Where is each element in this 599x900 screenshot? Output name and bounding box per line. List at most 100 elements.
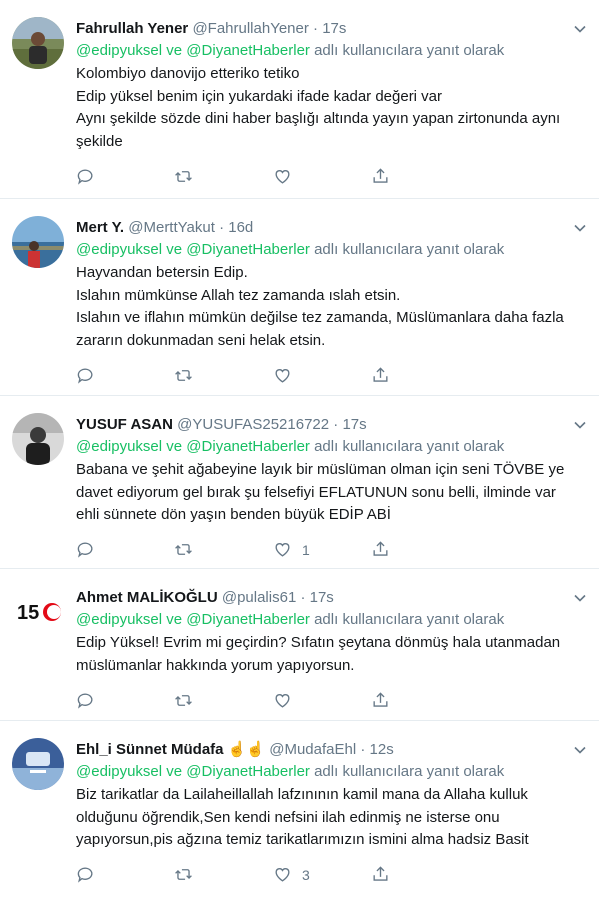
tweet-line: olduğunu öğrendik,Sen kendi nefsini ilah… bbox=[76, 808, 500, 826]
retweet-icon bbox=[175, 170, 192, 182]
tweet-line: davet ediyorum gel bırak şu felsefiyi EF… bbox=[76, 483, 556, 501]
mention-link[interactable]: @edipyuksel bbox=[76, 763, 162, 780]
timestamp[interactable]: 12s bbox=[370, 741, 394, 758]
user-handle[interactable]: @YUSUFAS25216722 bbox=[177, 416, 329, 433]
retweet-button[interactable] bbox=[174, 864, 193, 886]
mention-joiner: ve bbox=[166, 438, 183, 455]
reply-label: adlı kullanıcılara yanıt olarak bbox=[314, 763, 505, 780]
tweet-line: müslümanlar hakkında yorum yapıyorsun. bbox=[76, 656, 355, 674]
mention-link[interactable]: @DiyanetHaberler bbox=[186, 42, 310, 59]
retweet-button[interactable] bbox=[174, 539, 193, 561]
avatar[interactable] bbox=[12, 738, 64, 790]
separator-dot: · bbox=[300, 589, 306, 606]
tweet-actions bbox=[76, 153, 585, 201]
tweet-text: Edip Yüksel! Evrim mi geçirdin? Sıfatın … bbox=[76, 632, 585, 677]
reply-context: @edipyuksel ve @DiyanetHaberler adlı kul… bbox=[76, 436, 585, 458]
reply-icon bbox=[77, 693, 93, 709]
chevron-down-icon[interactable] bbox=[573, 743, 587, 757]
heart-icon bbox=[275, 543, 290, 557]
retweet-button[interactable] bbox=[174, 165, 193, 187]
reply-context: @edipyuksel ve @DiyanetHaberler adlı kul… bbox=[76, 609, 585, 631]
retweet-button[interactable] bbox=[174, 364, 193, 386]
mention-link[interactable]: @edipyuksel bbox=[76, 438, 162, 455]
retweet-button[interactable] bbox=[174, 689, 193, 711]
reply-button[interactable] bbox=[76, 364, 95, 386]
retweet-icon bbox=[175, 869, 192, 880]
retweet-icon bbox=[175, 544, 192, 555]
separator-dot: · bbox=[333, 416, 339, 433]
like-button[interactable] bbox=[273, 165, 302, 187]
avatar[interactable] bbox=[12, 216, 64, 268]
reply-icon bbox=[77, 542, 93, 558]
chevron-down-icon[interactable] bbox=[573, 22, 587, 36]
display-name[interactable]: Mert Y. bbox=[76, 219, 124, 236]
display-name[interactable]: Ahmet MALİKOĞLU bbox=[76, 589, 218, 606]
mention-link[interactable]: @DiyanetHaberler bbox=[186, 763, 310, 780]
retweet-icon bbox=[175, 369, 192, 381]
separator-dot: · bbox=[360, 741, 366, 758]
timestamp[interactable]: 17s bbox=[322, 20, 346, 37]
like-count: 3 bbox=[302, 866, 310, 883]
tweet-line: Kolombiyo danovijo etteriko tetiko bbox=[76, 65, 300, 82]
share-icon bbox=[373, 167, 388, 183]
reply-button[interactable] bbox=[76, 689, 95, 711]
mention-link[interactable]: @edipyuksel bbox=[76, 241, 162, 258]
tweet-text: Biz tarikatlar da Lailaheillallah lafzın… bbox=[76, 784, 585, 852]
mention-link[interactable]: @edipyuksel bbox=[76, 42, 162, 59]
tweet-line: Edip yüksel benim için yukardaki ifade k… bbox=[76, 87, 443, 105]
tweet[interactable]: Mert Y. @MerttYakut · 16d @edipyuksel ve… bbox=[0, 199, 599, 396]
display-name[interactable]: Fahrullah Yener bbox=[76, 20, 188, 37]
mention-link[interactable]: @edipyuksel bbox=[76, 611, 162, 628]
share-button[interactable] bbox=[371, 539, 390, 561]
separator-dot: · bbox=[313, 20, 319, 37]
display-name[interactable]: YUSUF ASAN bbox=[76, 416, 173, 433]
avatar[interactable]: 15 bbox=[12, 586, 64, 638]
share-icon bbox=[373, 366, 388, 382]
mention-link[interactable]: @DiyanetHaberler bbox=[186, 241, 310, 258]
user-handle[interactable]: @MudafaEhl bbox=[269, 741, 356, 758]
share-button[interactable] bbox=[371, 364, 390, 386]
avatar[interactable] bbox=[12, 413, 64, 465]
tweet-actions: 3 bbox=[76, 852, 585, 900]
reply-button[interactable] bbox=[76, 165, 95, 187]
share-icon bbox=[373, 541, 388, 556]
tweet[interactable]: 15 Ahmet MALİKOĞLU @pulalis61 · 17s @edi… bbox=[0, 569, 599, 721]
tweet-line: zararın dokunmadan seni helak etsin. bbox=[76, 331, 326, 349]
timestamp[interactable]: 17s bbox=[310, 589, 334, 606]
reply-icon bbox=[77, 169, 93, 185]
timestamp[interactable]: 17s bbox=[342, 416, 366, 433]
like-button[interactable] bbox=[273, 364, 302, 386]
reply-label: adlı kullanıcılara yanıt olarak bbox=[314, 438, 505, 455]
chevron-down-icon[interactable] bbox=[573, 221, 587, 235]
tweet-line: şekilde bbox=[76, 132, 123, 150]
reply-icon bbox=[77, 368, 93, 384]
user-handle[interactable]: @MerttYakut bbox=[128, 219, 215, 236]
tweet-text: Babana ve şehit ağabeyine layık bir müsl… bbox=[76, 459, 585, 527]
share-button[interactable] bbox=[371, 864, 390, 886]
user-handle[interactable]: @pulalis61 bbox=[222, 589, 296, 606]
like-button[interactable]: 1 bbox=[273, 539, 310, 561]
reply-button[interactable] bbox=[76, 539, 95, 561]
chevron-down-icon[interactable] bbox=[573, 591, 587, 605]
mention-joiner: ve bbox=[166, 763, 183, 780]
reply-context: @edipyuksel ve @DiyanetHaberler adlı kul… bbox=[76, 40, 585, 62]
like-button[interactable] bbox=[273, 689, 302, 711]
tweet-line: Hayvandan betersin Edip. bbox=[76, 264, 248, 281]
tweet-line: Edip Yüksel! Evrim mi geçirdin? Sıfatın … bbox=[76, 634, 561, 651]
share-button[interactable] bbox=[371, 689, 390, 711]
tweet[interactable]: Ehl_i Sünnet Müdafa ☝️☝️ @MudafaEhl · 12… bbox=[0, 721, 599, 883]
mention-link[interactable]: @DiyanetHaberler bbox=[186, 438, 310, 455]
tweet[interactable]: YUSUF ASAN @YUSUFAS25216722 · 17s @edipy… bbox=[0, 396, 599, 569]
reply-button[interactable] bbox=[76, 864, 95, 886]
svg-text:15: 15 bbox=[17, 602, 39, 624]
share-button[interactable] bbox=[371, 165, 390, 187]
avatar[interactable] bbox=[12, 17, 64, 69]
display-name[interactable]: Ehl_i Sünnet Müdafa bbox=[76, 741, 224, 758]
mention-link[interactable]: @DiyanetHaberler bbox=[186, 611, 310, 628]
tweet[interactable]: Fahrullah Yener @FahrullahYener · 17s @e… bbox=[0, 0, 599, 199]
tweet-text: Hayvandan betersin Edip. Islahın mümküns… bbox=[76, 262, 585, 352]
like-button[interactable]: 3 bbox=[273, 864, 310, 886]
chevron-down-icon[interactable] bbox=[573, 418, 587, 432]
timestamp[interactable]: 16d bbox=[228, 219, 253, 236]
user-handle[interactable]: @FahrullahYener bbox=[192, 20, 308, 37]
